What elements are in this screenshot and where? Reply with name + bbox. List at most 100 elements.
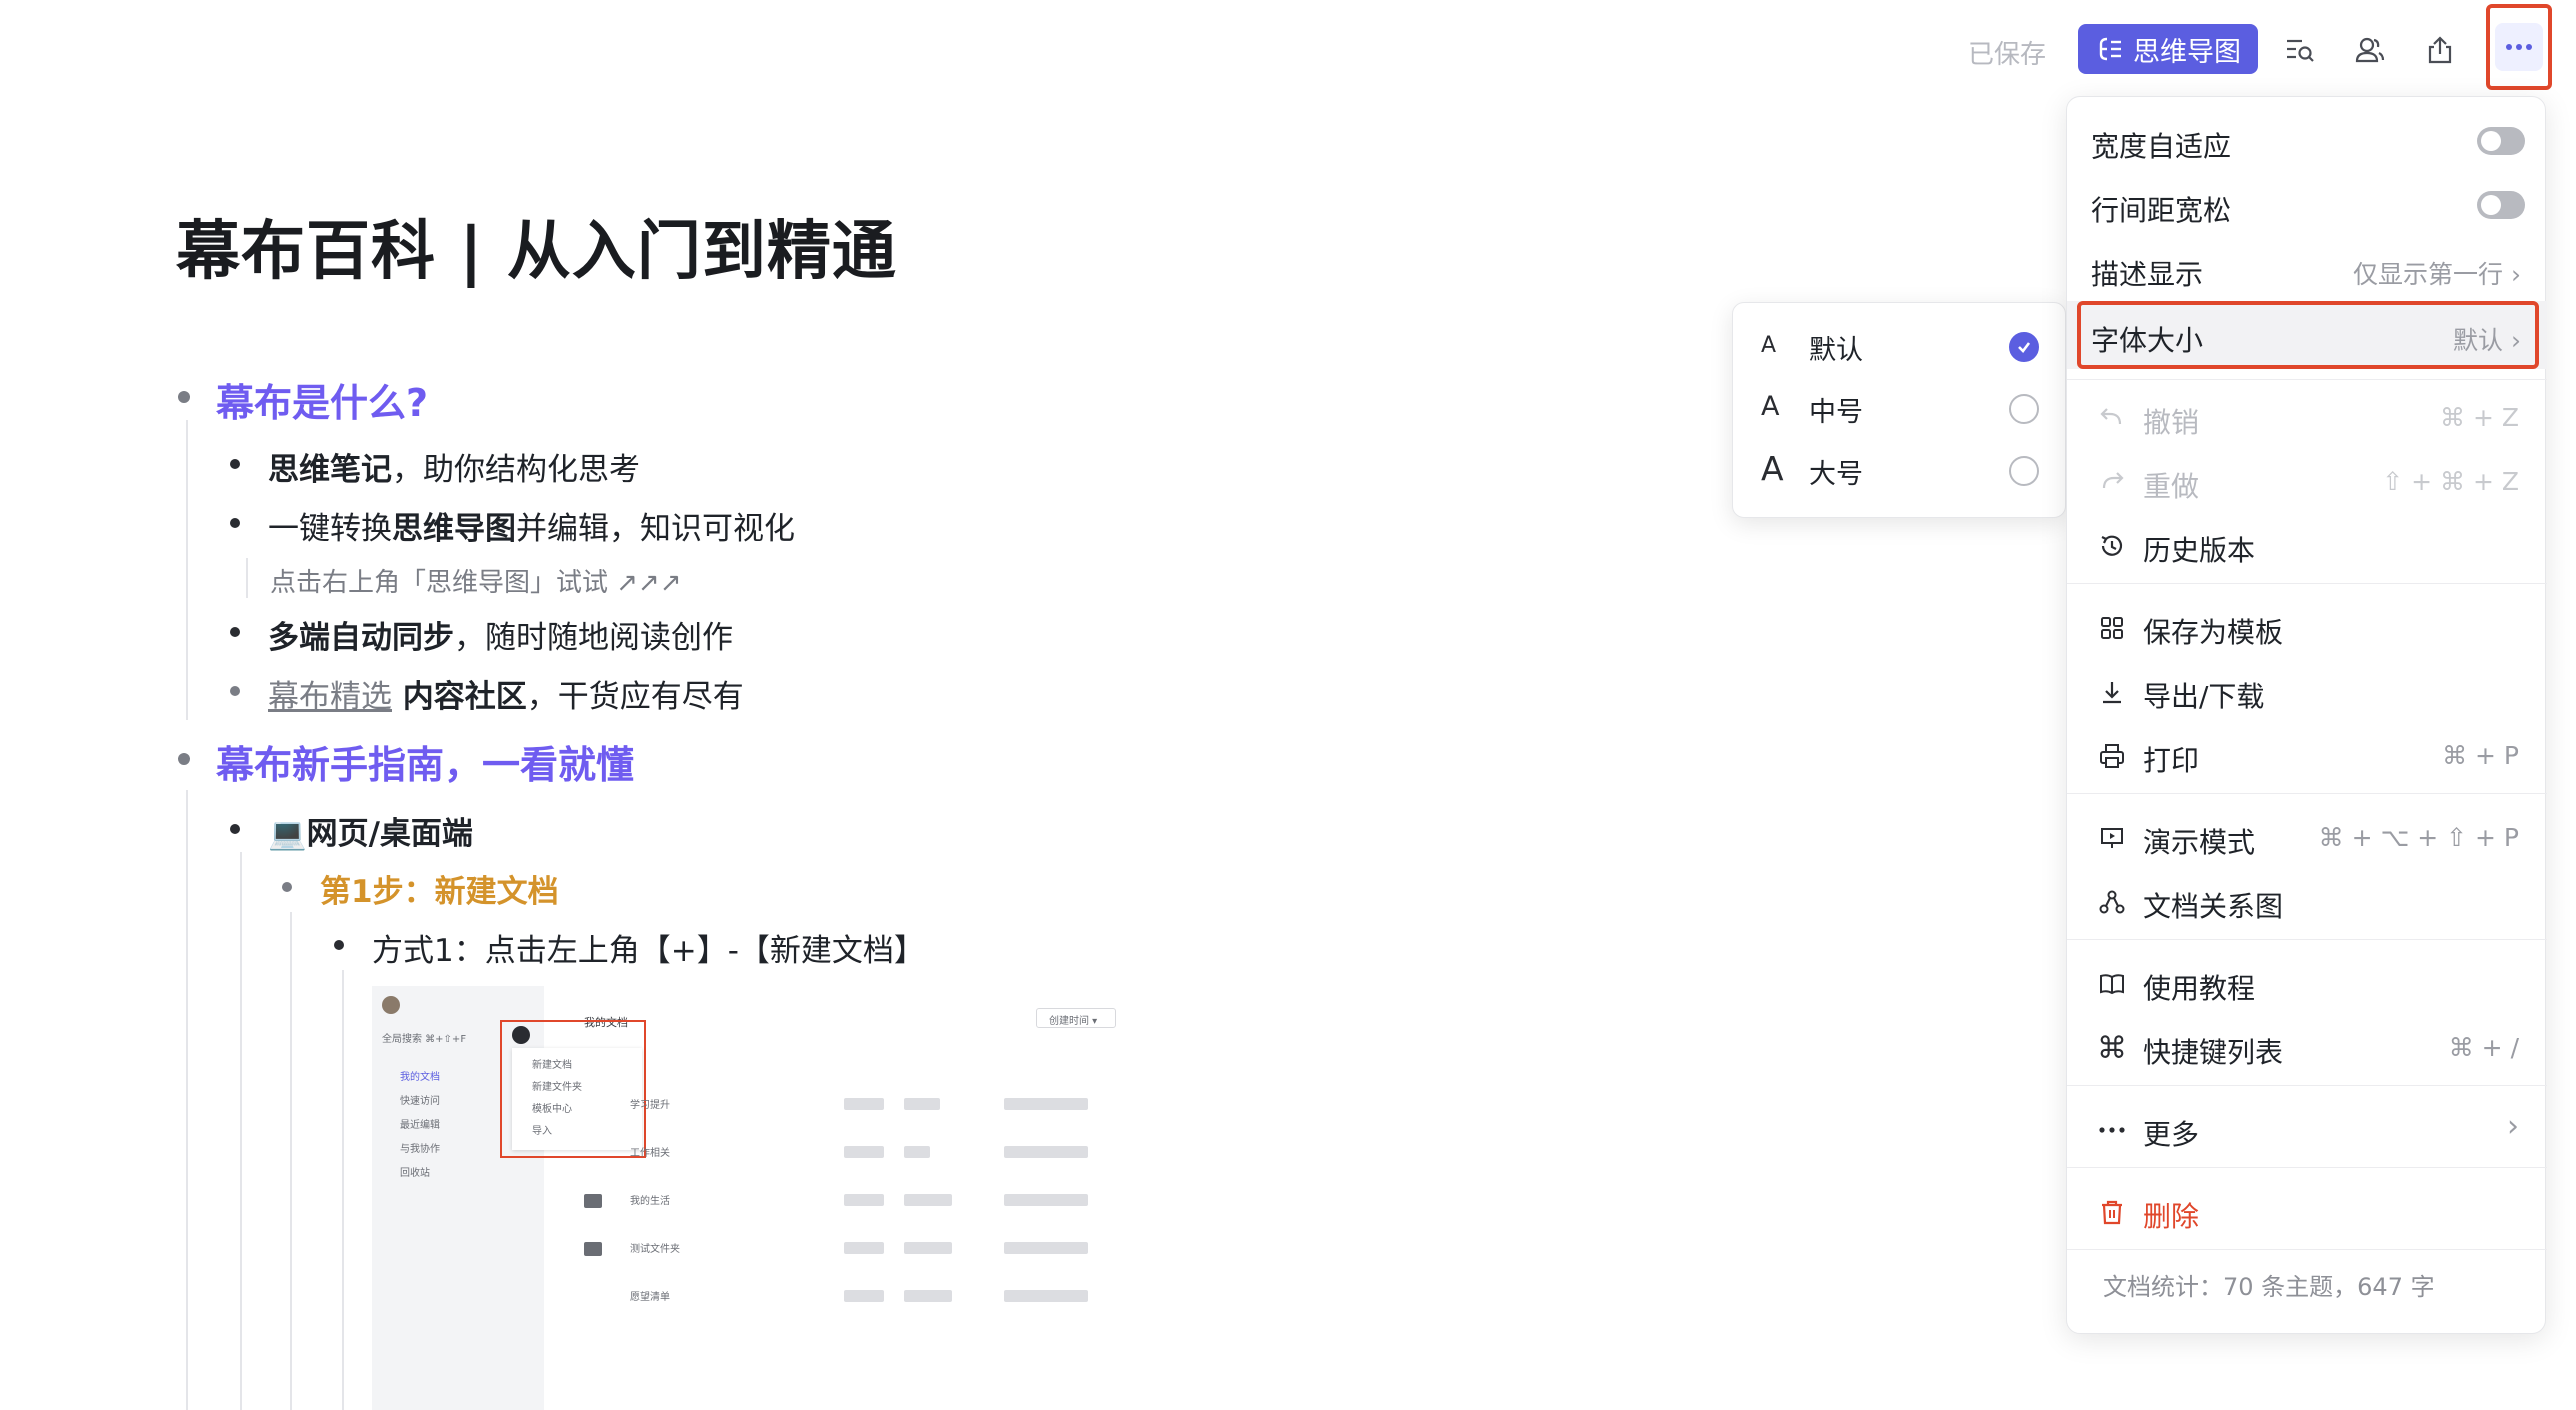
font-size-option-large[interactable]: A 大号 (1733, 441, 2067, 501)
printer-icon (2097, 741, 2127, 771)
menu-item-font-size[interactable]: 字体大小 默认 › (2067, 301, 2547, 369)
font-size-highlight (2077, 301, 2539, 369)
outline-heading[interactable]: 幕布是什么? (216, 372, 428, 427)
line-spacing-toggle[interactable] (2477, 191, 2525, 219)
more-options-menu: 宽度自适应 行间距宽松 描述显示 仅显示第一行 › 字体大小 默认 › 撤销 ⌘… (2066, 96, 2547, 1334)
thumb-side-item: 我的文档 (400, 1072, 440, 1083)
folder-icon (584, 1242, 602, 1256)
font-size-option-medium[interactable]: A 中号 (1733, 379, 2067, 439)
outline-guide (290, 912, 292, 1410)
menu-item-history[interactable]: 历史版本 (2067, 515, 2547, 575)
avatar (382, 996, 400, 1014)
menu-item-label: 演示模式 (2143, 826, 2256, 859)
list-item[interactable]: 💻网页/桌面端 (268, 808, 473, 853)
bullet-point[interactable] (230, 518, 240, 528)
thumb-search: 全局搜索 ⌘+⇧+F (382, 1034, 467, 1045)
list-item[interactable]: 多端自动同步，随时随地阅读创作 (268, 612, 733, 657)
item-note[interactable]: 点击右上角「思维导图」试试 ↗↗↗ (270, 562, 682, 599)
radio-checked-icon[interactable] (2009, 332, 2039, 362)
menu-item-undo[interactable]: 撤销 ⌘ + Z (2067, 387, 2547, 447)
bullet-point[interactable] (282, 882, 292, 892)
menu-item-tutorial[interactable]: 使用教程 (2067, 953, 2547, 1013)
menu-item-label: 使用教程 (2143, 972, 2256, 1005)
menu-item-export[interactable]: 导出/下载 (2067, 661, 2547, 721)
outline-search-icon (2287, 39, 2314, 62)
embedded-screenshot[interactable]: 全局搜索 ⌘+⇧+F 我的文档 快速访问 最近编辑 与我协作 回收站 我的文档 … (372, 986, 1142, 1410)
menu-divider (2067, 939, 2547, 940)
thumb-cell (844, 1242, 884, 1254)
menu-item-label: 撤销 (2143, 406, 2200, 439)
bullet-point[interactable] (334, 940, 344, 950)
thumb-cell (1004, 1242, 1088, 1254)
bullet-point[interactable] (178, 753, 190, 765)
menu-item-presentation[interactable]: 演示模式 ⌘ + ⌥ + ⇧ + P (2067, 807, 2547, 867)
font-size-submenu: A 默认 A 中号 A 大号 (1732, 302, 2066, 518)
bullet-point[interactable] (230, 627, 240, 637)
menu-item-delete[interactable]: 删除 (2067, 1181, 2547, 1241)
option-label: 默认 (1809, 334, 1863, 366)
share-button[interactable] (2418, 28, 2462, 72)
thumb-cell (844, 1146, 884, 1158)
thumb-cell (904, 1194, 952, 1206)
outline-guide (240, 852, 242, 1410)
redo-icon (2097, 467, 2127, 497)
menu-item-more[interactable]: 更多 › (2067, 1099, 2547, 1159)
menu-item-line-spacing[interactable]: 行间距宽松 (2067, 175, 2547, 235)
menu-divider (2067, 583, 2547, 584)
shortcut: ⌘ + P (2442, 741, 2519, 770)
bullet-point[interactable] (230, 686, 240, 696)
shortcut: ⌘ + Z (2440, 403, 2519, 432)
outline-guide (342, 970, 344, 1410)
users-icon (2355, 37, 2385, 63)
list-item[interactable]: 一键转换思维导图并编辑，知识可视化 (268, 503, 795, 548)
text: ，随时随地阅读创作 (454, 620, 733, 656)
font-size-option-default[interactable]: A 默认 (1733, 317, 2067, 377)
chevron-right-icon: › (2511, 260, 2521, 289)
menu-divider (2067, 793, 2547, 794)
share-icon (2428, 36, 2452, 64)
trash-icon (2097, 1197, 2127, 1227)
mindmap-button[interactable]: 思维导图 (2078, 24, 2258, 74)
more-options-button[interactable] (2486, 4, 2552, 90)
outline-heading[interactable]: 幕布新手指南，一看就懂 (216, 734, 634, 789)
menu-item-desc-display[interactable]: 描述显示 仅显示第一行 › (2067, 239, 2547, 299)
bullet-point[interactable] (230, 459, 240, 469)
menu-item-redo[interactable]: 重做 ⇧ + ⌘ + Z (2067, 451, 2547, 511)
menu-item-label: 描述显示 (2091, 258, 2204, 291)
text: 并编辑，知识可视化 (516, 511, 795, 547)
thumb-side-item: 快速访问 (400, 1096, 440, 1107)
bold-text: 多端自动同步 (268, 620, 454, 656)
width-adapt-toggle[interactable] (2477, 127, 2525, 155)
bullet-point[interactable] (230, 824, 240, 834)
step-heading[interactable]: 第1步：新建文档 (320, 866, 559, 911)
thumb-row-label: 我的生活 (630, 1196, 670, 1207)
outline-search-button[interactable] (2278, 28, 2322, 72)
menu-item-label: 更多 (2143, 1118, 2200, 1151)
menu-item-width-adapt[interactable]: 宽度自适应 (2067, 111, 2547, 171)
list-item[interactable]: 方式1：点击左上角【+】-【新建文档】 (372, 925, 925, 970)
menu-item-print[interactable]: 打印 ⌘ + P (2067, 725, 2547, 785)
thumb-cell (1004, 1098, 1088, 1110)
text: ，助你结构化思考 (392, 452, 640, 488)
featured-link[interactable]: 幕布精选 (268, 679, 392, 715)
menu-item-label: 历史版本 (2143, 534, 2256, 567)
shortcut: ⌘ + / (2448, 1033, 2519, 1062)
menu-item-label: 宽度自适应 (2091, 130, 2232, 163)
shortcut: ⌘ + ⌥ + ⇧ + P (2318, 823, 2519, 852)
list-item[interactable]: 思维笔记，助你结构化思考 (268, 444, 640, 489)
menu-item-label: 行间距宽松 (2091, 194, 2232, 227)
outline-guide (186, 790, 188, 1410)
font-small-icon: A (1761, 333, 1777, 358)
bullet-point[interactable] (178, 391, 190, 403)
more-horizontal-icon (2097, 1115, 2127, 1145)
radio-unchecked-icon[interactable] (2009, 394, 2039, 424)
menu-item-relation-graph[interactable]: 文档关系图 (2067, 871, 2547, 931)
page-title[interactable]: 幕布百科 | 从入门到精通 (176, 200, 897, 292)
menu-divider (2067, 1167, 2547, 1168)
collaborators-button[interactable] (2348, 28, 2392, 72)
list-item[interactable]: 幕布精选 内容社区，干货应有尽有 (268, 671, 744, 716)
menu-item-save-template[interactable]: 保存为模板 (2067, 597, 2547, 657)
option-label: 中号 (1809, 396, 1863, 428)
radio-unchecked-icon[interactable] (2009, 456, 2039, 486)
menu-item-shortcuts[interactable]: ⌘ 快捷键列表 ⌘ + / (2067, 1017, 2547, 1077)
